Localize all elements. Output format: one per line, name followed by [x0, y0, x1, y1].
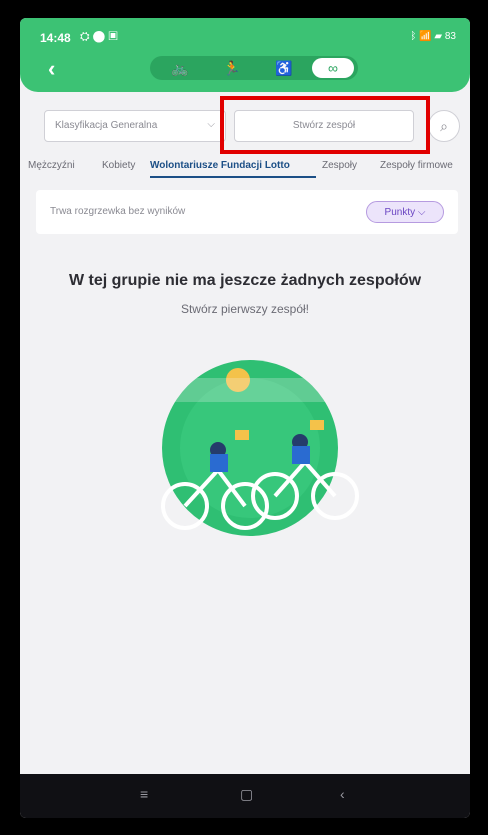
back-icon[interactable]: ‹ [340, 786, 345, 802]
app-header: 14:48 ⛭ ⬤ ▣ ᛒ 📶 ▰ 83 ‹ 🚲 🏃 ♿ ∞ [20, 18, 470, 92]
cyclists-illustration [160, 360, 359, 536]
tab-bar: Mężczyźni Kobiety Wolontariusze Fundacji… [24, 156, 470, 180]
back-button[interactable]: ‹ [48, 56, 55, 82]
empty-state-subtitle: Stwórz pierwszy zespół! [180, 302, 310, 316]
sort-points-button[interactable]: Punkty ⌵ [366, 201, 444, 223]
tab-volunteers[interactable]: Wolontariusze Fundacji Lotto [150, 160, 290, 171]
empty-state-title: W tej grupie nie ma jeszcze żadnych zesp… [68, 272, 422, 289]
dropdown-label: Klasyfikacja Generalna [55, 120, 158, 131]
ranking-card: Trwa rozgrzewka bez wyników Punkty ⌵ [36, 190, 458, 234]
classification-dropdown[interactable]: Klasyfikacja Generalna ⌵ [44, 110, 226, 142]
status-icons-right: ᛒ 📶 ▰ 83 [410, 31, 456, 42]
sport-selector: 🚲 🏃 ♿ ∞ [150, 56, 358, 80]
bike-icon[interactable]: 🚲 [160, 56, 200, 80]
tab-teams[interactable]: Zespoły [322, 160, 357, 171]
chevron-down-icon: ⌵ [207, 119, 215, 130]
search-icon[interactable]: ⌕ [428, 110, 460, 142]
wheelchair-icon[interactable]: ♿ [264, 56, 304, 80]
ranking-status: Trwa rozgrzewka bez wyników [50, 206, 186, 217]
link-icon[interactable]: ∞ [312, 58, 354, 78]
phone-screen: 14:48 ⛭ ⬤ ▣ ᛒ 📶 ▰ 83 ‹ 🚲 🏃 ♿ ∞ Klasyfika… [20, 18, 470, 818]
tab-women[interactable]: Kobiety [102, 160, 135, 171]
home-icon[interactable]: ▢ [240, 786, 253, 803]
highlight-box [220, 96, 430, 154]
system-nav-bar: ≡ ▢ ‹ [20, 774, 470, 818]
active-tab-indicator [150, 176, 316, 178]
status-time: 14:48 [40, 31, 71, 45]
tab-men[interactable]: Mężczyźni [28, 160, 75, 171]
run-icon[interactable]: 🏃 [212, 56, 252, 80]
tab-company-teams[interactable]: Zespoły firmowe [380, 160, 453, 171]
status-icons-left: ⛭ ⬤ ▣ [80, 29, 118, 43]
menu-icon[interactable]: ≡ [140, 786, 148, 802]
